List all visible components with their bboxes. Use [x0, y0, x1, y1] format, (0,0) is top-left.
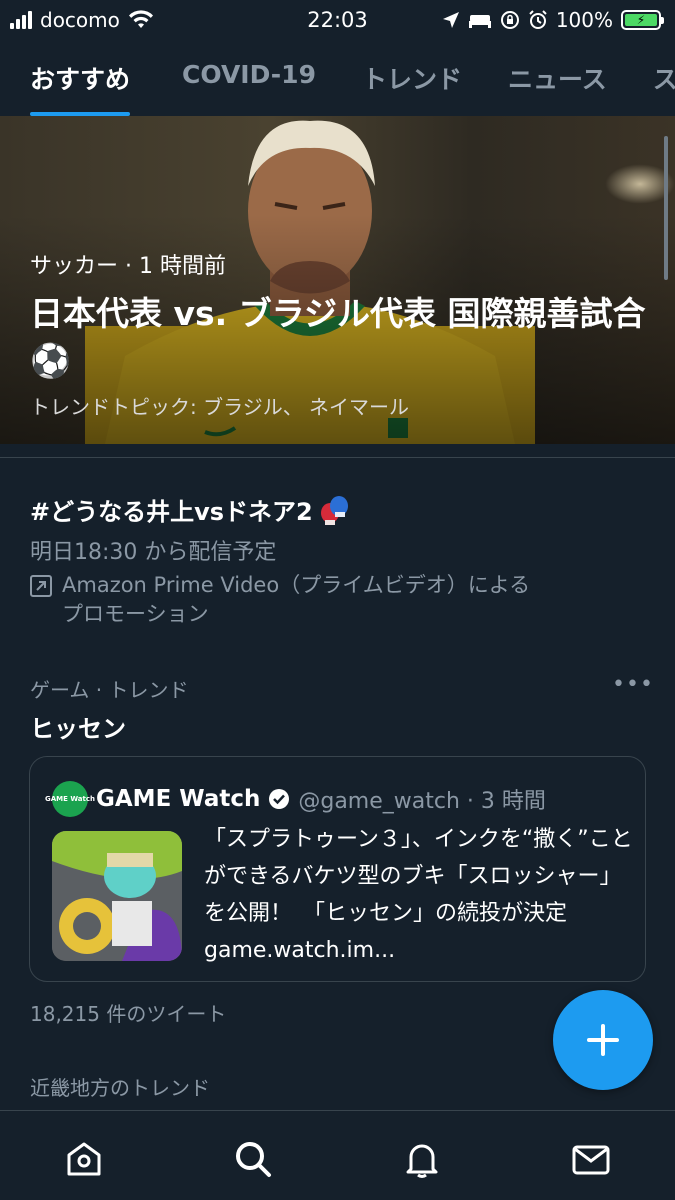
mail-icon — [572, 1145, 610, 1175]
tab-covid19[interactable]: COVID-19 — [182, 40, 316, 116]
bottom-nav — [0, 1110, 675, 1200]
tab-trends[interactable]: トレンド — [362, 40, 462, 116]
status-left: docomo — [10, 8, 154, 32]
tweet-header: GAME Watch GAME Watch @game_watch · 3 時間 — [45, 781, 546, 817]
promoted-by-suffix: プロモーション — [62, 602, 209, 626]
more-options-button[interactable]: ••• — [612, 672, 654, 697]
promoted-trend-title: #どうなる井上vsドネア2 — [30, 498, 313, 526]
hero-meta: サッカー · 1 時間前 — [30, 254, 226, 279]
splatoon-thumbnail-image — [52, 831, 182, 961]
wifi-icon — [128, 10, 153, 28]
promoted-icon — [30, 575, 52, 597]
tab-bar: おすすめ COVID-19 トレンド ニュース スポ — [0, 40, 675, 116]
status-right: 100% ⚡ — [442, 8, 664, 32]
boxing-gloves-icon — [320, 495, 348, 525]
hero-card[interactable]: サッカー · 1 時間前 日本代表 vs. ブラジル代表 国際親善試合⚽ トレン… — [0, 116, 675, 444]
tweet-author-avatar[interactable]: GAME Watch — [45, 781, 95, 817]
tab-news[interactable]: ニュース — [508, 40, 607, 116]
nav-messages-button[interactable] — [561, 1135, 621, 1183]
search-icon — [236, 1142, 272, 1177]
hero-subtitle: トレンドトピック: ブラジル、 ネイマール — [30, 395, 410, 419]
trend-category: ゲーム · トレンド — [30, 678, 189, 702]
tweet-author-name: GAME Watch — [96, 786, 261, 812]
alarm-icon — [529, 10, 547, 29]
embedded-tweet-card[interactable]: GAME Watch GAME Watch @game_watch · 3 時間… — [29, 756, 646, 982]
scroll-indicator — [664, 136, 668, 280]
carrier-name: docomo — [40, 8, 120, 32]
status-bar: docomo 22:03 100% ⚡ — [0, 0, 675, 40]
verified-badge-icon — [269, 789, 290, 809]
tweet-count: 18,215 件のツイート — [30, 1002, 227, 1026]
plus-icon — [587, 1024, 619, 1056]
promoted-trend[interactable]: #どうなる井上vsドネア2 — [30, 492, 351, 527]
divider — [0, 457, 675, 458]
regional-trends-heading: 近畿地方のトレンド — [30, 1076, 210, 1100]
tab-sports[interactable]: スポ — [653, 40, 675, 116]
promoted-by-text: Amazon Prime Video（プライムビデオ）による プロモーション — [62, 571, 530, 629]
tweet-text: 「スプラトゥーン３」、インクを“撒く”ことができるバケツ型のブキ「スロッシャー」… — [204, 827, 633, 963]
rotation-lock-icon — [500, 11, 519, 29]
tab-recommended[interactable]: おすすめ — [30, 40, 131, 116]
bed-icon — [468, 15, 491, 28]
home-icon — [67, 1142, 101, 1176]
promoted-schedule: 明日18:30 から配信予定 — [30, 540, 277, 565]
battery-icon: ⚡ — [621, 10, 664, 30]
promoted-by-sponsor: Amazon Prime Video（プライムビデオ）による — [62, 573, 531, 597]
tweet-author-handle: @game_watch · 3 時間 — [298, 789, 546, 814]
compose-tweet-button[interactable] — [553, 990, 653, 1090]
cell-signal-icon — [10, 11, 32, 29]
hero-title: 日本代表 vs. ブラジル代表 国際親善試合⚽ — [30, 294, 646, 380]
trend-name[interactable]: ヒッセン — [30, 709, 126, 744]
nav-search-button[interactable] — [223, 1135, 283, 1183]
promoted-by[interactable]: Amazon Prime Video（プライムビデオ）による プロモーション — [30, 571, 530, 629]
battery-percent: 100% — [555, 8, 613, 32]
nav-notifications-button[interactable] — [392, 1135, 452, 1183]
tweet-thumbnail — [52, 831, 182, 961]
bell-icon — [406, 1144, 438, 1178]
nav-home-button[interactable] — [54, 1135, 114, 1183]
location-arrow-icon — [442, 12, 459, 28]
